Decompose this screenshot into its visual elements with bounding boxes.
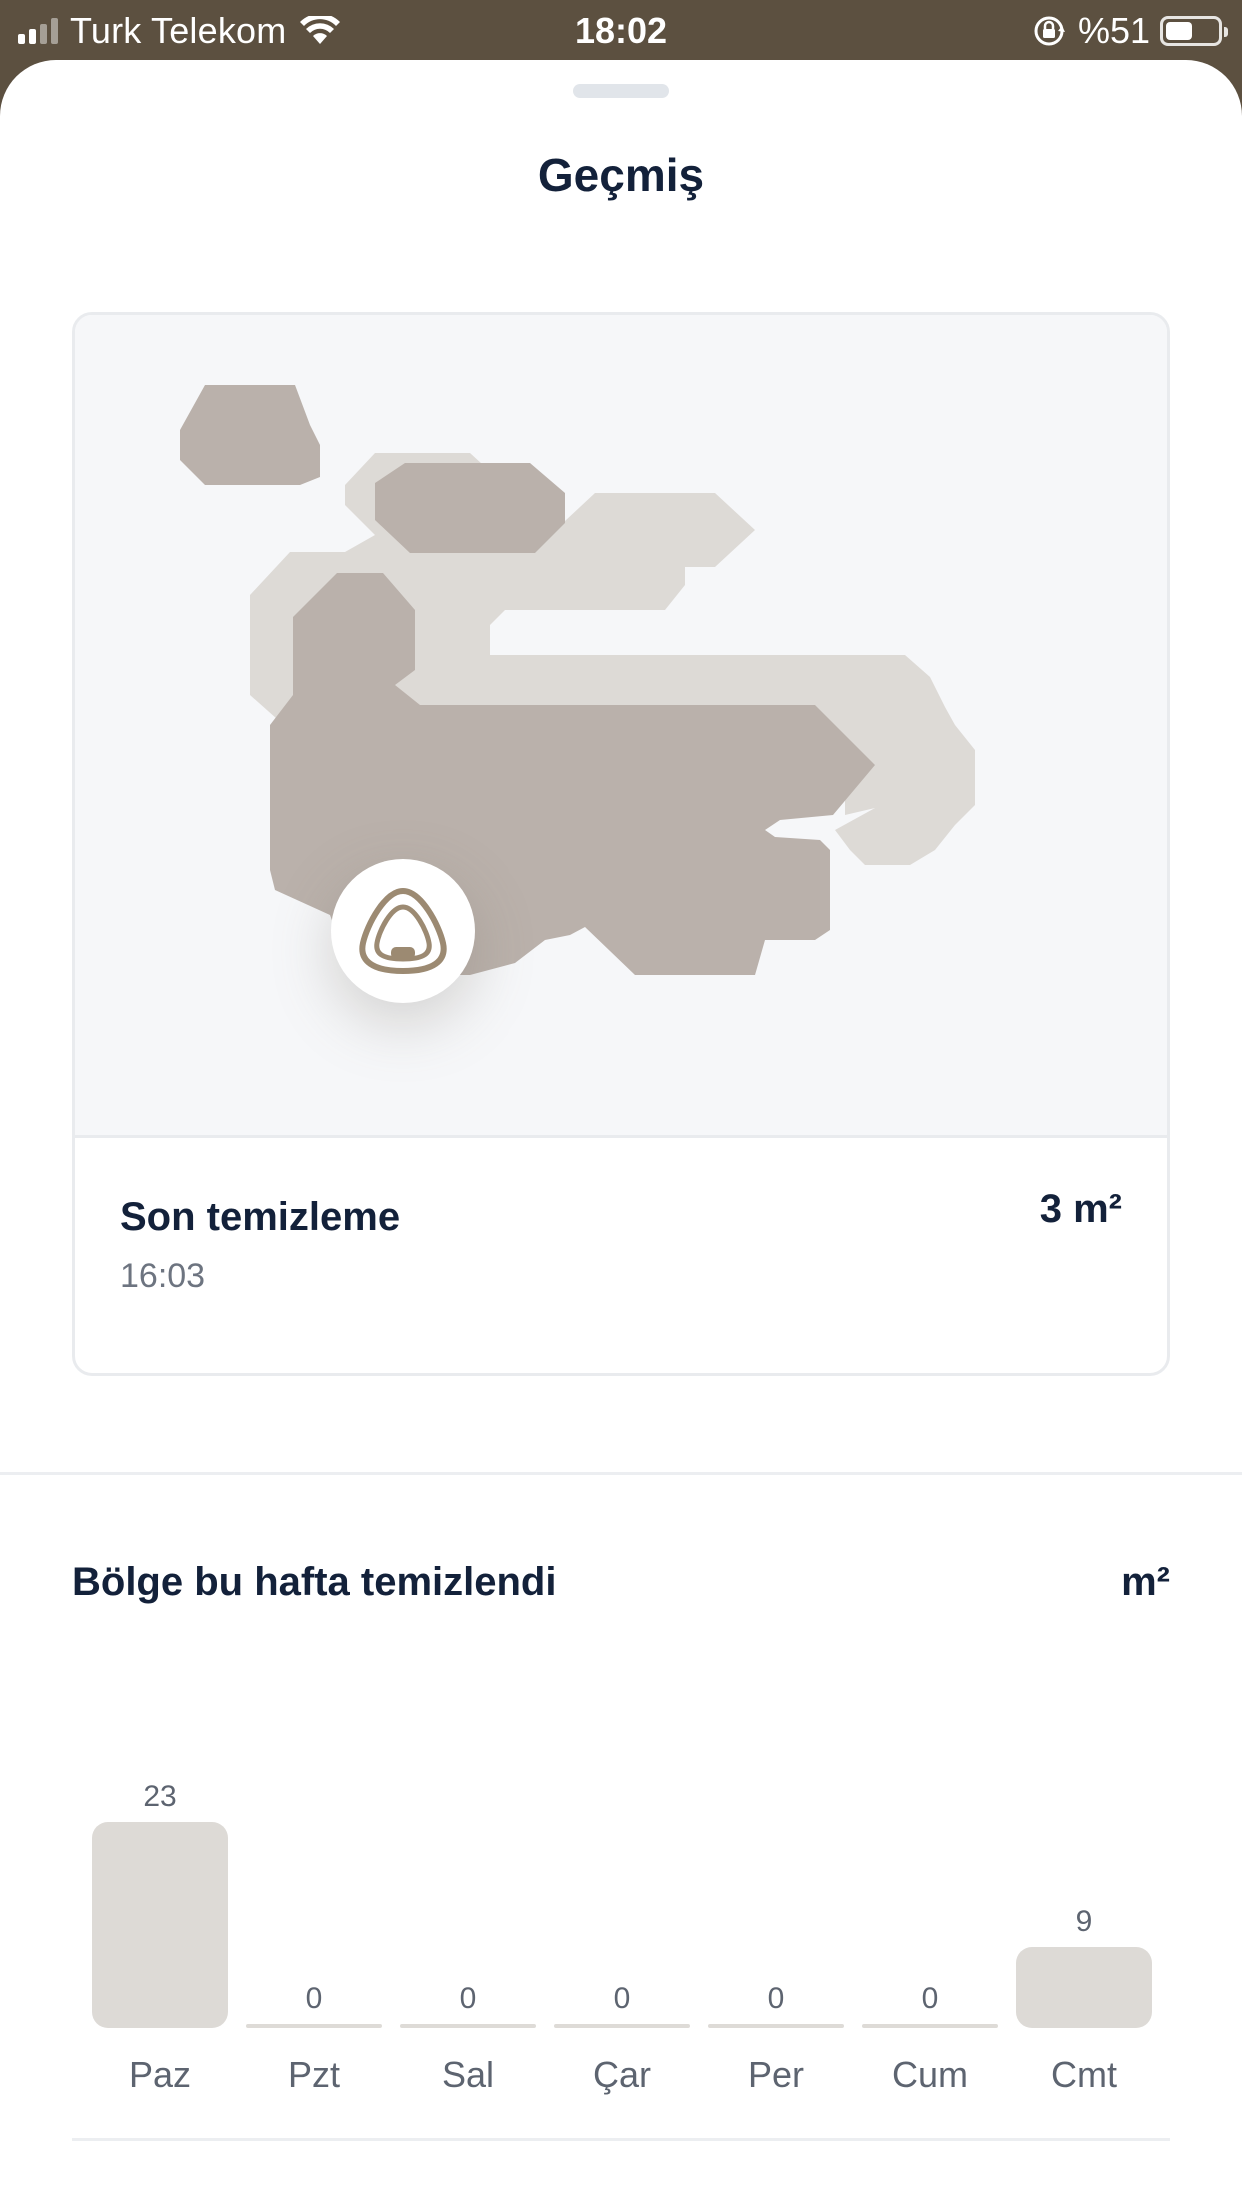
robot-dock-icon bbox=[359, 887, 447, 975]
bar-column[interactable]: 0 Sal bbox=[400, 1700, 536, 2120]
bar-category-label: Paz bbox=[128, 2054, 192, 2095]
weekly-section-title: Bölge bu hafta temizlendi bbox=[72, 1560, 557, 1604]
bar bbox=[400, 2024, 536, 2028]
bar-value-label: 0 bbox=[613, 1982, 631, 2015]
bar bbox=[862, 2024, 998, 2028]
bar-value-label: 0 bbox=[459, 1982, 477, 2015]
robot-dock-marker[interactable] bbox=[331, 859, 475, 1003]
bar-column[interactable]: 0 Pzt bbox=[246, 1700, 382, 2120]
bar-value-label: 0 bbox=[921, 1982, 939, 2015]
bar-column[interactable]: 0 Per bbox=[708, 1700, 844, 2120]
bar bbox=[246, 2024, 382, 2028]
rotation-lock-icon bbox=[1034, 16, 1065, 46]
bar-category-label: Per bbox=[747, 2054, 805, 2095]
section-divider bbox=[0, 1472, 1242, 1475]
status-bar: Turk Telekom 18:02 %51 bbox=[0, 0, 1242, 60]
bar-value-label: 9 bbox=[1075, 1905, 1093, 1938]
bar-category-label: Sal bbox=[441, 2054, 495, 2095]
last-clean-time: 16:03 bbox=[120, 1257, 206, 1295]
weekly-unit: m² bbox=[1121, 1560, 1170, 1604]
bar bbox=[1016, 1947, 1152, 2028]
bar-value-label: 0 bbox=[305, 1982, 323, 2015]
sheet-grabber[interactable] bbox=[573, 84, 669, 98]
cleaned-area-map bbox=[180, 385, 975, 975]
battery-fill bbox=[1166, 22, 1192, 40]
bar-column[interactable]: 9 Cmt bbox=[1016, 1700, 1152, 2120]
status-bar-right: %51 bbox=[1032, 8, 1228, 54]
bar bbox=[708, 2024, 844, 2028]
bar-value-label: 0 bbox=[767, 1982, 785, 2015]
last-clean-area: 3 m² bbox=[1039, 1187, 1122, 1231]
page-title: Geçmiş bbox=[537, 149, 705, 201]
clean-map[interactable] bbox=[75, 315, 1167, 1138]
weekly-bar-chart: 23 Paz 0 Pzt 0 Sal 0 Çar 0 Per 0 Cum 9 Cmt bbox=[72, 1700, 1170, 2120]
bar-category-label: Cum bbox=[891, 2054, 968, 2095]
battery-percent: %51 bbox=[1077, 10, 1150, 51]
bar-column[interactable]: 0 Cum bbox=[862, 1700, 998, 2120]
bar-category-label: Cmt bbox=[1051, 2054, 1117, 2095]
bottom-divider bbox=[72, 2138, 1170, 2141]
bar-category-label: Pzt bbox=[287, 2054, 340, 2095]
bar-column[interactable]: 0 Çar bbox=[554, 1700, 690, 2120]
bar bbox=[554, 2024, 690, 2028]
bar bbox=[92, 1822, 228, 2028]
bar-category-label: Çar bbox=[592, 2054, 651, 2095]
map-dark-region bbox=[180, 385, 320, 485]
last-clean-card[interactable]: Son temizleme 16:03 3 m² bbox=[72, 312, 1170, 1376]
battery-icon bbox=[1160, 16, 1228, 46]
last-clean-label: Son temizleme bbox=[120, 1195, 401, 1239]
history-sheet: Geçmiş Son temizleme 16:03 3 m² Bölge bu… bbox=[0, 60, 1242, 2208]
map-dark-region bbox=[375, 463, 565, 553]
bar-value-label: 23 bbox=[143, 1780, 177, 1813]
bar-column[interactable]: 23 Paz bbox=[92, 1700, 228, 2120]
